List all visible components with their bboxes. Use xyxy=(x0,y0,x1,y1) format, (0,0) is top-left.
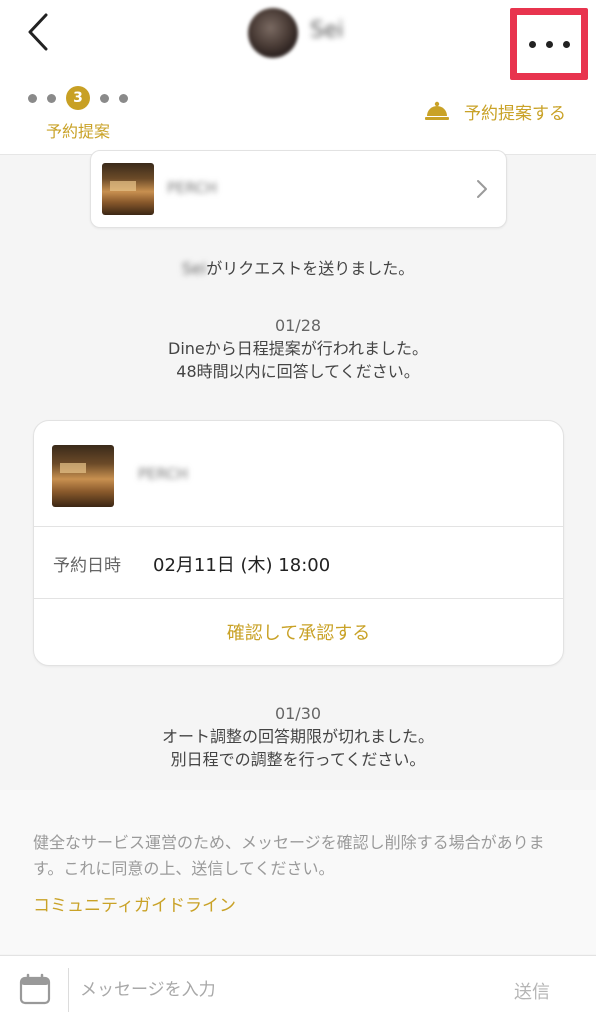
propose-reservation-label: 予約提案する xyxy=(464,103,566,124)
reservation-proposal-card: PERCH 予約日時 02月11日 (木) 18:00 確認して承認する xyxy=(33,420,564,666)
system-message-request: Seiがリクエストを送りました。 xyxy=(0,257,596,280)
send-button[interactable]: 送信 xyxy=(514,978,550,1004)
request-user-name: Sei xyxy=(181,259,207,278)
step-dot xyxy=(119,93,128,103)
message-date: 01/30 xyxy=(274,704,322,723)
more-horizontal-icon xyxy=(528,40,536,48)
avatar[interactable] xyxy=(248,8,298,58)
back-button[interactable] xyxy=(18,10,58,54)
request-sent-text: がリクエストを送りました。 xyxy=(206,259,415,278)
input-separator xyxy=(68,968,69,1012)
divider xyxy=(34,526,563,527)
more-dot xyxy=(545,40,553,48)
reservation-datetime-value: 02月11日 (木) 18:00 xyxy=(153,555,331,576)
message-line: Dineから日程提案が行われました。 xyxy=(168,339,428,358)
calendar-button[interactable] xyxy=(18,972,52,1006)
chevron-right-icon xyxy=(477,180,487,198)
step-label: 予約提案 xyxy=(46,122,111,141)
more-dot xyxy=(562,40,570,48)
chevron-left-icon xyxy=(28,13,48,51)
step-dot xyxy=(100,93,109,103)
shop-name: PERCH xyxy=(138,465,188,483)
step-dot xyxy=(47,93,56,103)
community-guideline-link[interactable]: コミュニティガイドライン xyxy=(33,891,236,916)
message-line: オート調整の回答期限が切れました。 xyxy=(161,727,434,746)
calendar-icon xyxy=(19,973,51,1005)
notice-text: 健全なサービス運営のため、メッセージを確認し削除する場合があります。これに同意の… xyxy=(33,833,545,878)
progress-stepper: 3 xyxy=(28,86,138,110)
chat-header: Sei 3 予約提案 予約提案する xyxy=(0,0,596,155)
system-message-proposal: 01/28 Dineから日程提案が行われました。 48時間以内に回答してください… xyxy=(0,314,596,383)
confirm-approve-button[interactable]: 確認して承認する xyxy=(34,599,563,665)
system-message-expired: 01/30 オート調整の回答期限が切れました。 別日程での調整を行ってください。 xyxy=(0,702,596,771)
shop-thumbnail xyxy=(102,163,154,215)
message-input-bar: 送信 xyxy=(0,955,596,1024)
service-bell-icon xyxy=(425,101,449,120)
message-input[interactable] xyxy=(80,970,480,1010)
propose-reservation-button[interactable]: 予約提案する xyxy=(424,96,566,126)
active-step-badge: 3 xyxy=(66,86,90,110)
shop-card[interactable]: PERCH xyxy=(90,150,507,228)
reservation-datetime-label: 予約日時 xyxy=(53,556,121,576)
message-line: 48時間以内に回答してください。 xyxy=(176,362,420,381)
shop-thumbnail xyxy=(52,445,114,507)
message-line: 別日程での調整を行ってください。 xyxy=(170,750,426,769)
more-options-button[interactable] xyxy=(510,8,588,80)
moderation-notice: 健全なサービス運営のため、メッセージを確認し削除する場合があります。これに同意の… xyxy=(0,790,596,954)
step-dot xyxy=(28,93,37,103)
shop-name: PERCH xyxy=(167,179,217,197)
user-name: Sei xyxy=(310,18,344,43)
message-date: 01/28 xyxy=(274,316,322,335)
